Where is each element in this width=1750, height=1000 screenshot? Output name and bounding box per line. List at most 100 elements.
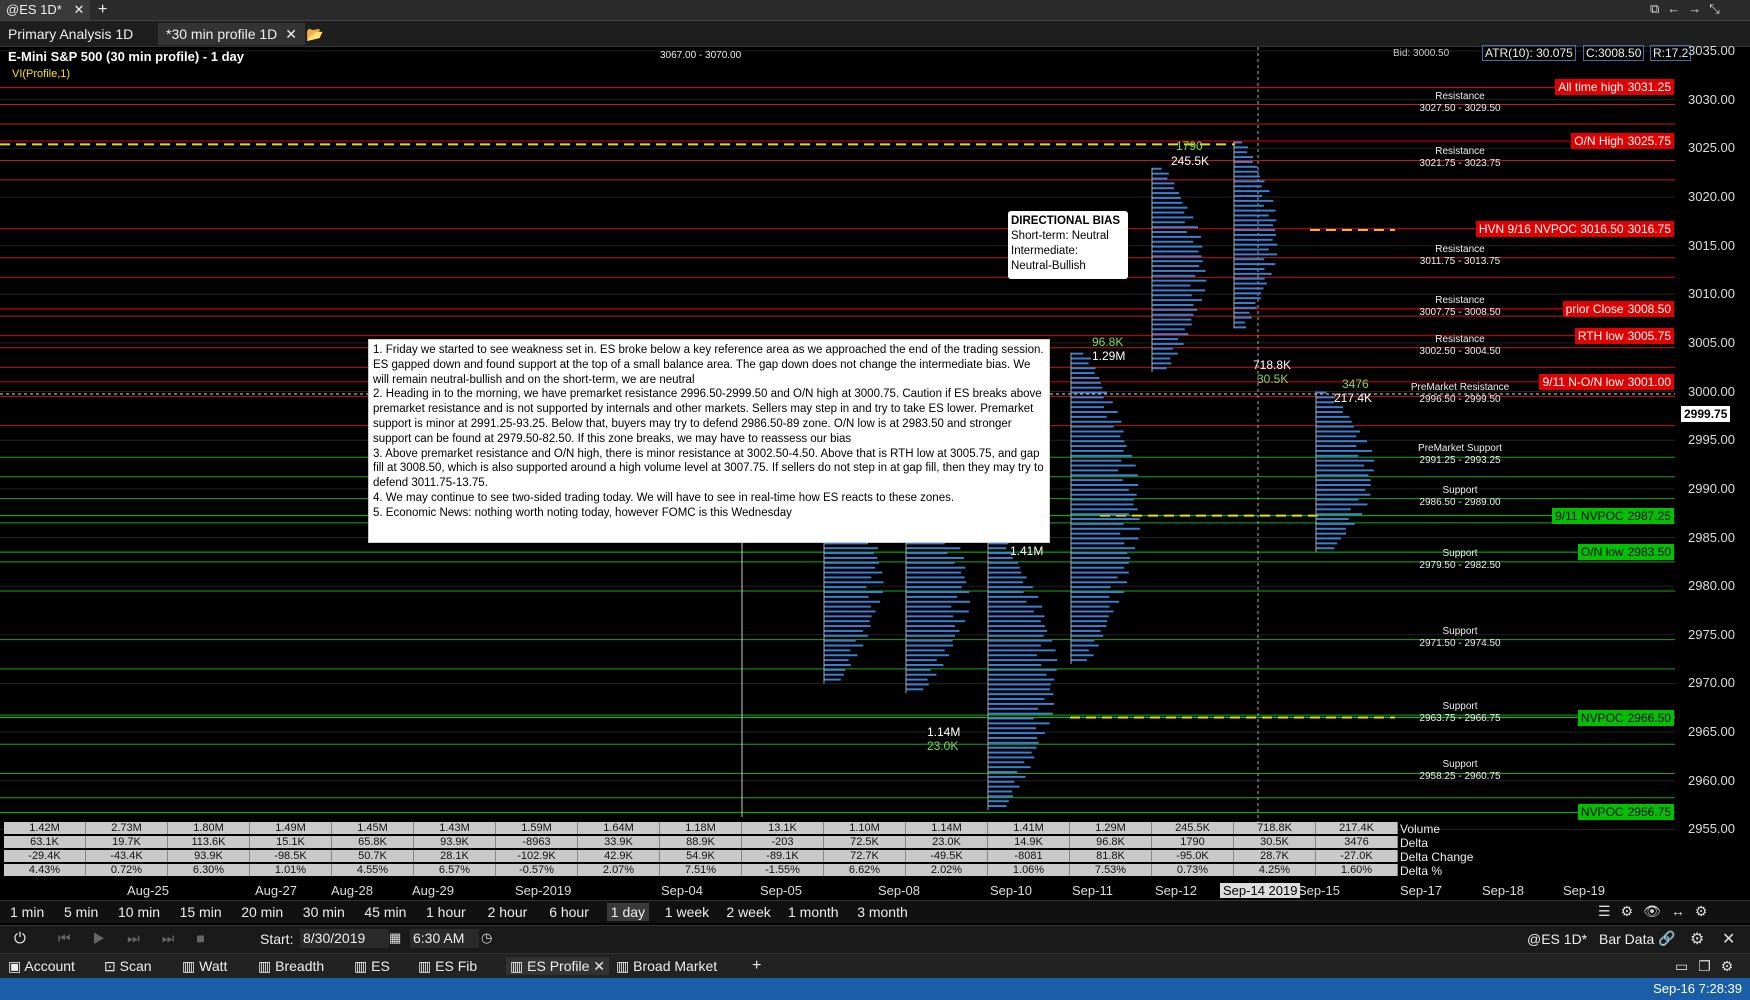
calendar-icon[interactable]: ▦: [389, 930, 401, 946]
timeframe-1-min[interactable]: 1 min: [6, 903, 48, 921]
workspace-tabs: ▣ Account ⊡ Scan ▥ Watt ▥ Breadth ▥ ES ▥…: [0, 953, 1750, 978]
symbol-label[interactable]: @ES 1D*: [1527, 931, 1587, 947]
start-time-input[interactable]: 6:30 AM: [410, 929, 479, 948]
price-axis-label: 2960.00: [1688, 772, 1735, 788]
popout-icon[interactable]: ⧉: [1650, 1, 1667, 16]
profile-bar: [1071, 445, 1127, 448]
timeframe-1-day[interactable]: 1 day: [606, 903, 650, 921]
tab-30min-profile[interactable]: *30 min profile 1D ✕: [158, 23, 306, 45]
profile-bar: [1071, 537, 1139, 540]
back-arrow-icon[interactable]: ←: [1667, 1, 1688, 16]
profile-bar: [1071, 615, 1109, 618]
stats-cell: 0.73%: [1152, 864, 1234, 876]
profile-bar: [988, 688, 1050, 691]
clock-icon[interactable]: ◷: [481, 930, 492, 946]
profile-bar: [988, 761, 1025, 764]
stop-icon[interactable]: ■: [196, 930, 226, 946]
wrench-icon[interactable]: ⚙: [1621, 903, 1644, 919]
skip-forward-icon[interactable]: ⏭: [162, 930, 197, 946]
zone-type: Resistance: [1435, 294, 1485, 306]
profile-bar: [988, 595, 1039, 598]
profile-bar: [1234, 306, 1257, 309]
profile-bar: [1152, 342, 1184, 345]
tab-broad-market[interactable]: ▥ Broad Market: [616, 957, 717, 975]
close-icon[interactable]: ✕: [593, 958, 605, 974]
zoom-icon[interactable]: ↔: [1671, 903, 1695, 919]
power-icon[interactable]: ⏻: [14, 930, 26, 947]
tab-es-profile[interactable]: ▥ ES Profile ✕: [506, 957, 609, 975]
zone-label: Resistance 3007.75 - 3008.50: [1400, 295, 1520, 319]
timeframe-5-min[interactable]: 5 min: [60, 903, 102, 921]
timeframe-1-hour[interactable]: 1 hour: [422, 903, 470, 921]
price-axis-label: 2965.00: [1688, 724, 1735, 740]
eye-icon[interactable]: 👁: [1643, 903, 1671, 919]
link-icon[interactable]: 🔗: [1658, 930, 1675, 947]
profile-bar: [824, 547, 878, 550]
profile-vol-label: 23.0K: [927, 739, 959, 753]
open-folder-icon[interactable]: 📂: [298, 23, 331, 45]
profile-bar: [1316, 508, 1351, 511]
start-date-input[interactable]: 8/30/2019: [300, 929, 389, 948]
step-icon[interactable]: ⏭: [127, 930, 162, 946]
profile-bar: [988, 639, 1053, 642]
profile-bar: [1071, 386, 1103, 389]
settings-icon[interactable]: ⚙: [1695, 903, 1718, 919]
timeframe-2-hour[interactable]: 2 hour: [484, 903, 532, 921]
timeframe-3-month[interactable]: 3 month: [853, 903, 912, 921]
stats-cell: 4.55%: [332, 864, 414, 876]
timeframe-30-min[interactable]: 30 min: [299, 903, 349, 921]
list-icon[interactable]: ☰: [1598, 903, 1621, 919]
timeframe-15-min[interactable]: 15 min: [176, 903, 226, 921]
profile-bar: [988, 746, 1037, 749]
profile-bar: [1234, 190, 1270, 193]
stats-label-delta-change: Delta Change: [1400, 850, 1474, 864]
timeframe-10-min[interactable]: 10 min: [114, 903, 164, 921]
profile-bar: [1071, 430, 1124, 433]
profile-bar: [1152, 303, 1194, 306]
zone-type: Support: [1442, 547, 1478, 559]
stats-cell: 2.73M: [86, 822, 168, 834]
forward-arrow-icon[interactable]: →: [1688, 1, 1709, 16]
tab-primary-analysis[interactable]: Primary Analysis 1D: [0, 23, 141, 45]
zone-type: Resistance: [1435, 146, 1485, 158]
data-type-label[interactable]: Bar Data: [1599, 931, 1654, 947]
close-icon[interactable]: ✕: [73, 2, 84, 17]
tag-price: 3016.75: [1627, 221, 1671, 236]
minimize-icon[interactable]: ⤡: [1709, 1, 1727, 16]
copy-icon[interactable]: ❐: [1698, 958, 1721, 974]
stats-cell: 72.7K: [824, 850, 906, 862]
tab-scan[interactable]: ⊡ Scan: [104, 957, 152, 975]
tab-breadth[interactable]: ▥ Breadth: [258, 957, 324, 975]
profile-bar: [1071, 605, 1110, 608]
timeframe-20-min[interactable]: 20 min: [237, 903, 287, 921]
timeframe-1-month[interactable]: 1 month: [784, 903, 843, 921]
window-icon[interactable]: ▭: [1675, 958, 1698, 974]
close-icon[interactable]: ✕: [285, 26, 297, 42]
close-icon[interactable]: ✕: [1722, 929, 1735, 949]
stats-cell: -8963: [496, 836, 578, 848]
tab-watt[interactable]: ▥ Watt: [182, 957, 227, 975]
gear-icon[interactable]: ⚙: [1690, 929, 1704, 949]
profile-bar: [1071, 629, 1101, 632]
skip-back-icon[interactable]: ⏮: [58, 930, 93, 946]
timeframe-6-hour[interactable]: 6 hour: [545, 903, 593, 921]
tab-es[interactable]: ▥ ES: [354, 957, 390, 975]
window-tab-es[interactable]: @ES 1D* ✕: [0, 0, 91, 20]
profile-bar: [1071, 659, 1087, 662]
timeframe-45-min[interactable]: 45 min: [360, 903, 410, 921]
stats-cell: 15.1K: [250, 836, 332, 848]
tab-es-fib[interactable]: ▥ ES Fib: [418, 957, 477, 975]
play-icon[interactable]: ▶: [93, 930, 128, 946]
gear-icon[interactable]: ⚙: [1721, 958, 1744, 974]
timeframe-2-week[interactable]: 2 week: [722, 903, 774, 921]
add-tab-button[interactable]: +: [752, 957, 761, 975]
profile-bar: [1071, 586, 1111, 589]
profile-vol-label: 217.4K: [1334, 391, 1373, 405]
profile-bar: [988, 698, 1045, 701]
add-window-tab-button[interactable]: +: [98, 0, 107, 20]
profile-bar: [988, 736, 1038, 739]
stats-cell: 72.5K: [824, 836, 906, 848]
date-axis-label: Sep-2019: [515, 883, 572, 898]
tab-account[interactable]: ▣ Account: [8, 957, 75, 975]
timeframe-1-week[interactable]: 1 week: [661, 903, 713, 921]
